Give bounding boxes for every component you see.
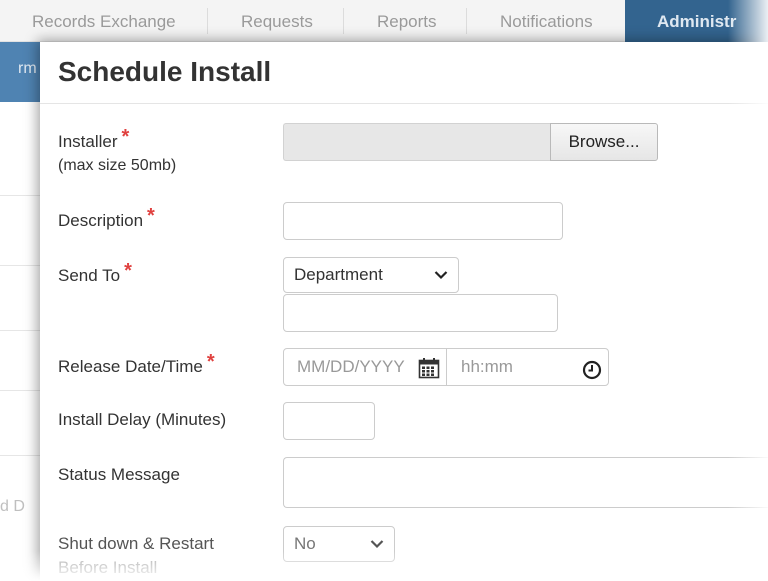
nav-tab-notifications[interactable]: Notifications [466,0,593,42]
background-divider [0,265,40,266]
chevron-down-icon [370,527,384,561]
nav-tab-requests[interactable]: Requests [207,0,313,42]
modal-title: Schedule Install [58,56,272,87]
send-to-label: Send To * [58,260,132,285]
description-input[interactable] [283,202,563,240]
release-time-input[interactable]: hh:mm [447,349,608,385]
nav-tab-records-exchange[interactable]: Records Exchange [32,0,176,42]
required-marker: * [124,260,132,282]
shutdown-restart-select[interactable]: No [283,526,395,562]
shutdown-selected-value: No [294,534,316,553]
background-divider [0,390,40,391]
send-to-target-input[interactable] [283,294,558,332]
background-divider [0,455,40,456]
background-fragment-text: d D [0,498,25,515]
send-to-selected-value: Department [294,265,383,284]
send-to-select[interactable]: Department [283,257,459,293]
required-marker: * [206,351,215,373]
install-delay-label: Install Delay (Minutes) [58,410,227,429]
installer-file-path[interactable] [283,123,551,161]
release-date-label: Release Date/Time * [58,351,215,376]
required-marker: * [147,205,155,227]
required-marker: * [121,126,130,148]
installer-sublabel: (max size 50mb) [58,157,177,174]
background-header-strip: rm [0,42,40,102]
status-message-textarea[interactable] [283,457,768,508]
chevron-down-icon [434,258,448,292]
nav-tab-administration[interactable]: Administr [625,0,768,42]
nav-tab-reports[interactable]: Reports [343,0,437,42]
description-label: Description * [58,205,155,230]
schedule-install-modal: Schedule Install Installer * (max size 50… [40,42,768,581]
release-datetime-group: MM/DD/YYYY hh:mm [283,348,609,386]
status-message-label: Status Message [58,465,180,484]
installer-label: Installer * (max size 50mb) [58,126,177,178]
background-divider [0,330,40,331]
release-date-input[interactable]: MM/DD/YYYY [284,349,447,385]
background-nav-bar: Records Exchange Requests Reports Notifi… [0,0,768,42]
background-divider [0,195,40,196]
shutdown-label: Shut down & Restart Before Install [58,532,214,580]
shutdown-label-cont: Before Install [58,558,158,577]
install-delay-input[interactable] [283,402,375,440]
browse-button[interactable]: Browse... [550,123,658,161]
background-fragment-text: rm [18,60,37,77]
clock-icon[interactable] [582,357,602,393]
modal-header: Schedule Install [40,42,768,104]
calendar-icon[interactable] [418,356,440,392]
